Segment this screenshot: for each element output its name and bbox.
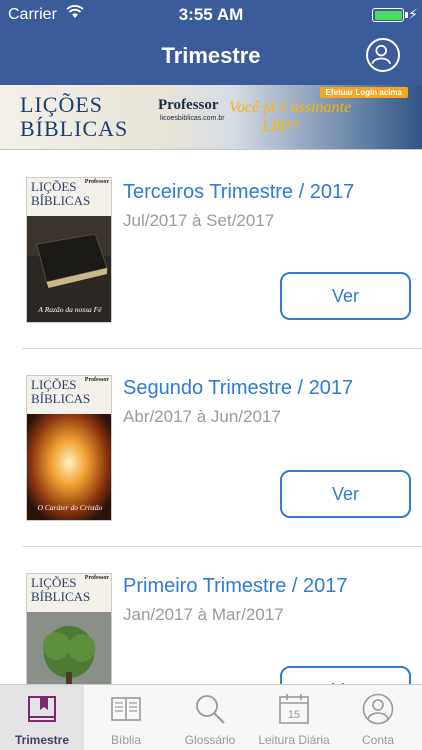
tab-trimestre[interactable]: Trimestre <box>0 685 84 750</box>
calendar-day: 15 <box>288 709 300 721</box>
calendar-icon: 15 <box>279 694 309 724</box>
magnifier-icon <box>196 695 225 724</box>
cover-brand: LIÇÕES BÍBLICAS <box>31 180 90 208</box>
tab-label: Bíblia <box>110 733 142 747</box>
view-button[interactable]: Ver <box>280 470 411 518</box>
list-item[interactable]: LIÇÕES BÍBLICAS Professor A Razão da nos… <box>0 151 422 349</box>
cover-brand-line2: BÍBLICAS <box>31 391 91 406</box>
person-icon <box>362 693 394 725</box>
cover-header: LIÇÕES BÍBLICAS Professor <box>27 178 111 216</box>
cover-header: LIÇÕES BÍBLICAS Professor <box>27 574 111 612</box>
issue-title: Terceiros Trimestre / 2017 <box>123 181 355 203</box>
view-button[interactable]: Ver <box>280 272 411 320</box>
cover-brand-line1: LIÇÕES <box>31 179 77 194</box>
cover-professor: Professor <box>84 377 109 383</box>
cover-caption: O Caráter do Cristão <box>37 503 103 512</box>
issue-period: Jul/2017 à Set/2017 <box>123 211 275 230</box>
tab-glossario[interactable]: Glossário <box>168 685 252 750</box>
open-book-icon <box>111 697 141 721</box>
tab-conta[interactable]: Conta <box>336 685 420 750</box>
tab-leitura-diaria[interactable]: 15 Leitura Diária <box>252 685 336 750</box>
tab-label: Glossário <box>184 733 236 747</box>
battery-icon <box>372 8 404 22</box>
cover-professor: Professor <box>84 575 109 581</box>
cover-brand-line1: LIÇÕES <box>31 377 77 392</box>
banner-login-badge[interactable]: Efetuar Login acima <box>319 87 408 98</box>
issue-period: Abr/2017 à Jun/2017 <box>123 407 281 426</box>
app-screen: Carrier 3:55 AM ⚡ Trimestre LIÇÕES BÍBLI… <box>0 0 422 750</box>
issue-period: Jan/2017 à Mar/2017 <box>123 605 284 624</box>
tab-label: Trimestre <box>14 733 70 747</box>
status-time: 3:55 AM <box>178 5 244 24</box>
issue-title: Primeiro Trimestre / 2017 <box>123 575 348 597</box>
tab-label: Leitura Diária <box>258 733 330 747</box>
cover-header: LIÇÕES BÍBLICAS Professor <box>27 376 111 414</box>
banner-professor: Professor <box>158 97 219 113</box>
cover-caption: A Razão da nossa Fé <box>38 305 102 314</box>
issue-title: Segundo Trimestre / 2017 <box>123 377 354 399</box>
banner-logo: LIÇÕES BÍBLICAS <box>20 93 128 141</box>
profile-icon[interactable] <box>366 38 400 72</box>
subscription-banner[interactable]: LIÇÕES BÍBLICAS Professor licoesbiblicas… <box>0 85 422 150</box>
cover-brand-line2: BÍBLICAS <box>31 589 91 604</box>
navigation-bar: Carrier 3:55 AM ⚡ Trimestre <box>0 0 422 85</box>
cover-brand: LIÇÕES BÍBLICAS <box>31 378 90 406</box>
cover-brand-line2: BÍBLICAS <box>31 193 91 208</box>
charging-icon: ⚡ <box>408 6 418 22</box>
issue-cover[interactable]: LIÇÕES BÍBLICAS Professor A Razão da nos… <box>26 177 112 323</box>
status-bar: Carrier 3:55 AM ⚡ <box>0 0 422 30</box>
banner-logo-line1: LIÇÕES <box>20 92 103 117</box>
bookmark-book-icon <box>28 696 56 722</box>
cover-brand: LIÇÕES BÍBLICAS <box>31 576 90 604</box>
banner-promo-line1: Você já é assinante <box>229 99 352 116</box>
issue-cover[interactable]: LIÇÕES BÍBLICAS Professor O Caráter do C… <box>26 375 112 521</box>
list-item[interactable]: LIÇÕES BÍBLICAS Professor O Caráter do C… <box>0 349 422 547</box>
tab-label: Conta <box>361 733 395 747</box>
cover-brand-line1: LIÇÕES <box>31 575 77 590</box>
banner-promo-line2: LBP? <box>262 118 299 135</box>
tab-bar: Trimestre Bíblia Glossário 15 Leitura Di… <box>0 684 422 750</box>
banner-logo-line2: BÍBLICAS <box>20 116 129 141</box>
cover-professor: Professor <box>84 179 109 185</box>
tab-biblia[interactable]: Bíblia <box>84 685 168 750</box>
page-title: Trimestre <box>161 43 261 68</box>
banner-site: licoesbiblicas.com.br <box>160 115 225 122</box>
